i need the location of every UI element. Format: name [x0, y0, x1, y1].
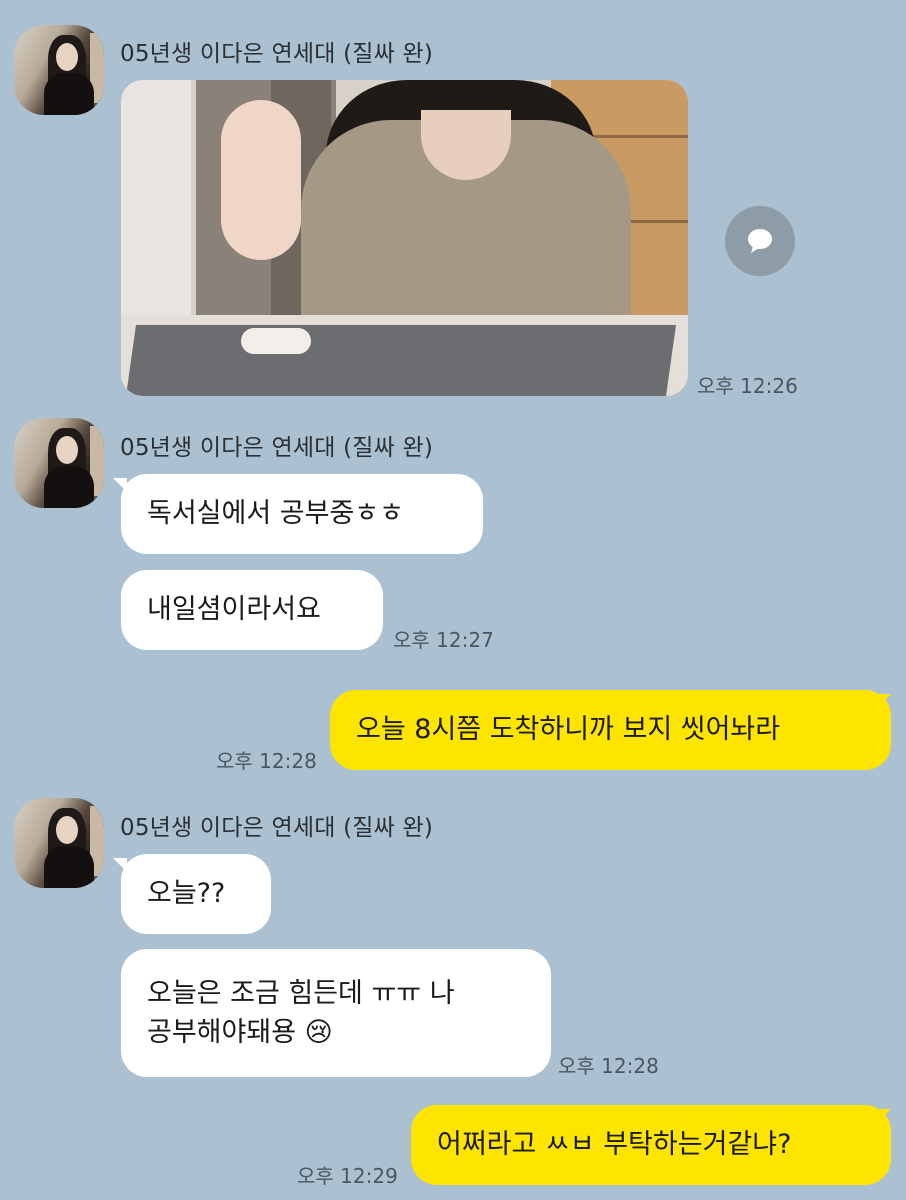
message-time: 오후 12:27	[393, 628, 494, 652]
incoming-message[interactable]: 오늘은 조금 힘든데 ㅠㅠ 나 공부해야돼용 😢	[121, 949, 551, 1077]
share-button[interactable]	[725, 206, 795, 276]
message-time: 오후 12:28	[216, 749, 317, 773]
sender-avatar[interactable]	[14, 798, 104, 888]
incoming-message[interactable]: 내일셤이라서요	[121, 570, 383, 650]
sender-name: 05년생 이다은 연세대 (질싸 완)	[120, 815, 434, 841]
chat-bubble-share-icon	[748, 229, 772, 253]
message-time: 오후 12:26	[697, 374, 798, 398]
outgoing-message[interactable]: 오늘 8시쯤 도착하니까 보지 씻어놔라	[330, 690, 891, 770]
outgoing-message[interactable]: 어쩌라고 ㅆㅂ 부탁하는거같냐?	[411, 1105, 891, 1185]
sender-name: 05년생 이다은 연세대 (질싸 완)	[120, 41, 434, 67]
bubble-tail	[877, 694, 891, 708]
sender-avatar[interactable]	[14, 25, 104, 115]
sender-name: 05년생 이다은 연세대 (질싸 완)	[120, 435, 434, 461]
message-time: 오후 12:29	[297, 1164, 398, 1188]
bubble-tail	[877, 1109, 891, 1123]
message-time: 오후 12:28	[558, 1054, 659, 1078]
incoming-message[interactable]: 오늘??	[121, 854, 271, 934]
incoming-message[interactable]: 독서실에서 공부중ㅎㅎ	[121, 474, 483, 554]
sender-avatar[interactable]	[14, 418, 104, 508]
photo-message[interactable]	[121, 80, 688, 396]
